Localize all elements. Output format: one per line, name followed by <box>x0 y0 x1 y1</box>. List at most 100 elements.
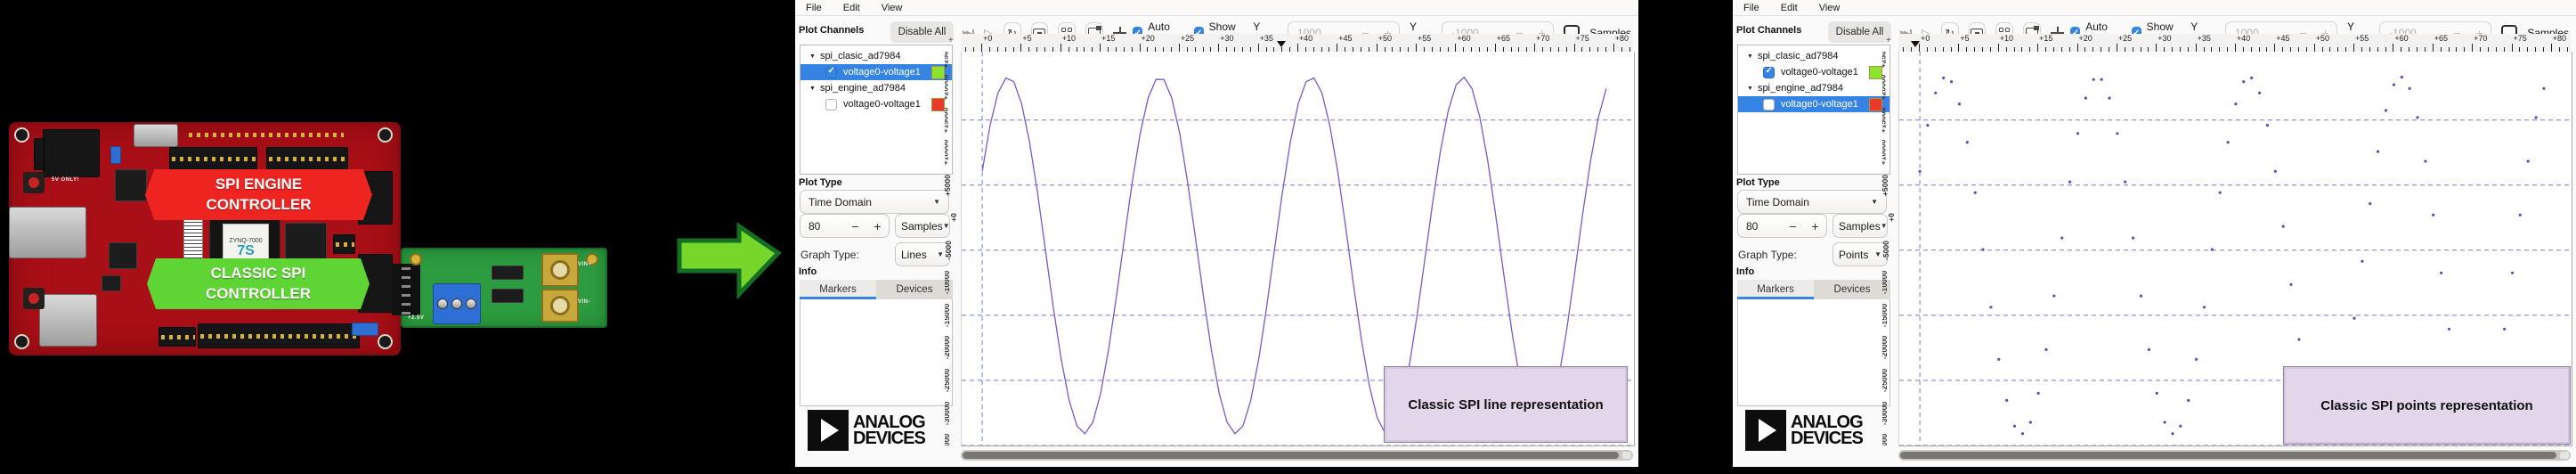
expander-triangle-icon[interactable]: ▼ <box>809 86 816 92</box>
module-ic <box>492 266 524 280</box>
plot-caption: Classic SPI points representation <box>2283 366 2571 445</box>
info-tabs: Markers Devices <box>800 280 953 406</box>
channel-checkbox[interactable] <box>825 67 837 78</box>
info-label: Info <box>1736 266 1754 277</box>
channel-group-classic[interactable]: ▼ spi_clasic_ad7984 <box>800 48 952 64</box>
spi-engine-banner-line1: SPI ENGINE <box>215 175 302 195</box>
horizontal-scrollbar[interactable] <box>961 450 1633 461</box>
channel-row-classic-voltage[interactable]: voltage0-voltage1 <box>800 64 952 80</box>
unit-dropdown[interactable]: Samples ▼ <box>1832 214 1888 238</box>
channel-list: ▼ spi_clasic_ad7984 voltage0-voltage1 ▼ … <box>800 45 953 175</box>
channel-color-swatch[interactable] <box>1869 98 1882 111</box>
channel-group-engine[interactable]: ▼ spi_engine_ad7984 <box>1738 80 1889 96</box>
channel-checkbox[interactable] <box>825 99 837 110</box>
adi-triangle-icon <box>808 410 849 451</box>
sample-count-value[interactable]: 80 <box>800 220 844 233</box>
graph-type-dropdown[interactable]: Points ▼ <box>1832 242 1888 266</box>
terminal-block <box>433 283 481 324</box>
plot-type-dropdown[interactable]: Time Domain ▼ <box>800 190 949 214</box>
adi-triangle-icon <box>1745 410 1786 451</box>
disable-all-button[interactable]: Disable All <box>1828 21 1891 43</box>
horizontal-scrollbar[interactable] <box>1898 450 2571 461</box>
sample-count-value[interactable]: 80 <box>1738 220 1782 233</box>
expander-triangle-icon[interactable]: ▼ <box>1747 53 1753 60</box>
channel-row-engine-voltage[interactable]: voltage0-voltage1 <box>1738 96 1889 112</box>
classic-spi-banner-line2: CONTROLLER <box>206 284 311 305</box>
scrollbar-thumb[interactable] <box>963 452 1619 459</box>
flow-arrow-icon <box>675 221 784 299</box>
decrement-button[interactable]: − <box>844 219 866 233</box>
scrollbar-thumb[interactable] <box>1900 452 2556 459</box>
channel-row-engine-voltage[interactable]: voltage0-voltage1 <box>800 96 952 112</box>
graph-type-value: Lines <box>901 249 927 261</box>
scrollbar-corner <box>1622 452 1631 459</box>
plot-channels-label: Plot Channels <box>1736 25 1801 36</box>
mounting-hole <box>14 127 29 143</box>
expander-triangle-icon[interactable]: ▼ <box>1747 86 1753 92</box>
tab-devices[interactable]: Devices <box>876 280 953 299</box>
plot-type-label: Plot Type <box>1736 177 1780 188</box>
module-silk-voltage: +2.5V <box>408 315 424 321</box>
jumper-blue <box>110 146 121 164</box>
increment-button[interactable]: + <box>1804 219 1826 233</box>
menu-file[interactable]: File <box>806 3 822 13</box>
chevron-down-icon: ▼ <box>1871 198 1878 206</box>
sample-count-stepper[interactable]: 80 − + <box>800 214 890 238</box>
chevron-down-icon: ▼ <box>937 250 944 258</box>
jtag-header <box>333 234 355 254</box>
menu-view[interactable]: View <box>1819 3 1841 13</box>
plot-type-dropdown[interactable]: Time Domain ▼ <box>1737 190 1887 214</box>
unit-value: Samples <box>901 220 943 233</box>
channel-checkbox[interactable] <box>1763 99 1775 110</box>
power-jack-barrel <box>34 138 45 170</box>
sample-count-stepper[interactable]: 80 − + <box>1737 214 1827 238</box>
qfp-chip <box>115 169 147 201</box>
plot-area[interactable]: Classic SPI line representation <box>961 52 1635 446</box>
channel-group-label: spi_clasic_ad7984 <box>1758 51 1839 61</box>
channel-color-swatch[interactable] <box>1869 66 1882 79</box>
jumper-blue <box>352 323 378 336</box>
oscilloscope-window-points: File Edit View Plot Channels Disable All… <box>1733 0 2576 467</box>
unit-dropdown[interactable]: Samples ▼ <box>895 214 950 238</box>
ruler-corner-icon: + <box>1886 36 1891 45</box>
channel-checkbox[interactable] <box>1763 67 1775 78</box>
channel-row-classic-voltage[interactable]: voltage0-voltage1 <box>1738 64 1889 80</box>
x-ruler[interactable]: +0+5+10+15+20+25+30+35+40+45+50+55+60+65… <box>961 34 1633 53</box>
pin-header <box>198 323 360 348</box>
plot-area[interactable]: Classic SPI points representation <box>1898 52 2572 446</box>
adc-module-board: VIN+ VIN- +2.5V <box>401 248 607 328</box>
channel-list: ▼ spi_clasic_ad7984 voltage0-voltage1 ▼ … <box>1737 45 1890 175</box>
logo-line2: DEVICES <box>853 430 925 446</box>
tab-devices[interactable]: Devices <box>1814 280 1890 299</box>
channel-color-swatch[interactable] <box>931 98 945 111</box>
hardware-photo: ZYNQ-7000 7S CLG400 5V ONLY! SPI ENGINE … <box>7 120 605 361</box>
expander-triangle-icon[interactable]: ▼ <box>809 53 816 60</box>
disable-all-button[interactable]: Disable All <box>890 21 954 43</box>
channel-color-swatch[interactable] <box>931 66 945 79</box>
reset-button <box>23 172 45 193</box>
channel-label: voltage0-voltage1 <box>1781 67 1858 78</box>
tab-markers[interactable]: Markers <box>1737 280 1814 299</box>
menu-file[interactable]: File <box>1743 3 1759 13</box>
module-silk-vin-minus: VIN- <box>578 299 590 305</box>
menu-edit[interactable]: Edit <box>1781 3 1798 13</box>
user-button <box>23 288 45 309</box>
small-chip <box>102 275 121 291</box>
mounting-hole <box>14 334 29 349</box>
menu-view[interactable]: View <box>882 3 903 13</box>
markers-panel <box>1737 299 1890 406</box>
oscilloscope-window-lines: File Edit View Plot Channels Disable All… <box>795 0 1638 467</box>
graph-type-dropdown[interactable]: Lines ▼ <box>895 242 950 266</box>
channel-group-engine[interactable]: ▼ spi_engine_ad7984 <box>800 80 952 96</box>
plot-caption: Classic SPI line representation <box>1384 366 1628 443</box>
increment-button[interactable]: + <box>866 219 889 233</box>
module-pin-header <box>392 264 420 315</box>
tab-markers[interactable]: Markers <box>800 280 876 299</box>
logo-line2: DEVICES <box>1791 430 1863 446</box>
channel-group-classic[interactable]: ▼ spi_clasic_ad7984 <box>1738 48 1889 64</box>
decrement-button[interactable]: − <box>1782 219 1804 233</box>
graph-type-label: Graph Type: <box>800 249 859 261</box>
menu-edit[interactable]: Edit <box>843 3 860 13</box>
x-ruler[interactable]: +0+5+10+15+20+25+30+35+40+45+50+55+60+65… <box>1898 34 2571 53</box>
channel-label: voltage0-voltage1 <box>1781 99 1858 110</box>
